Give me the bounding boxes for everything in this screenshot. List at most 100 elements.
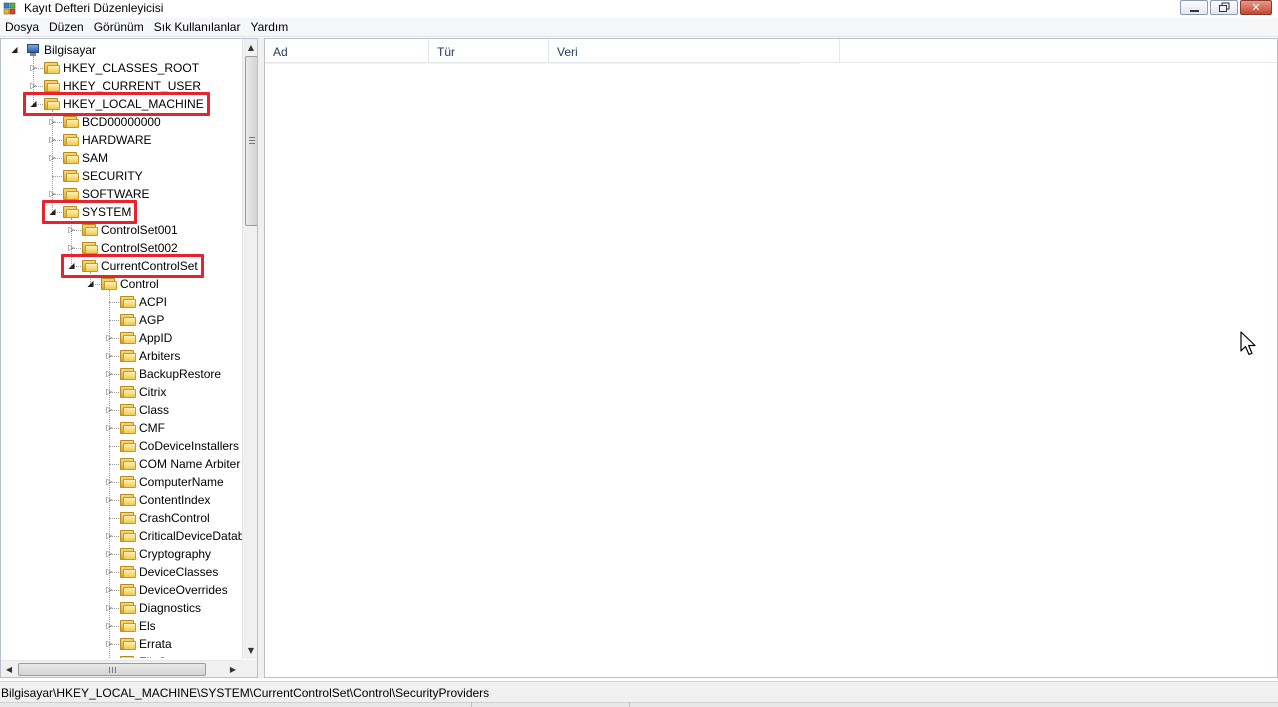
expand-arrow-icon[interactable]: ▷ <box>48 117 57 126</box>
status-bar: Bilgisayar\HKEY_LOCAL_MACHINE\SYSTEM\Cur… <box>0 681 1278 707</box>
expand-arrow-icon[interactable]: ▷ <box>105 549 114 558</box>
expand-arrow-icon[interactable]: ▷ <box>105 639 114 648</box>
folder-icon <box>120 331 136 344</box>
tree-node-bcd00000000[interactable]: ▷ BCD00000000 <box>1 113 242 131</box>
tree-node-codeviceinstallers[interactable]: CoDeviceInstallers <box>1 437 242 455</box>
window-title: Kayıt Defteri Düzenleyicisi <box>24 1 164 15</box>
expand-arrow-icon[interactable]: ▷ <box>105 351 114 360</box>
expand-arrow-icon[interactable]: ▷ <box>105 657 114 658</box>
expand-arrow-icon[interactable]: ▷ <box>105 567 114 576</box>
folder-icon <box>82 223 98 236</box>
column-header-name[interactable]: Ad <box>265 39 429 63</box>
scroll-down-arrow-icon[interactable]: ▼ <box>243 642 257 659</box>
folder-icon <box>120 565 136 578</box>
expand-arrow-icon[interactable]: ▷ <box>105 621 114 630</box>
values-list-pane[interactable]: Ad Tür Veri <box>264 38 1278 678</box>
tree-node-contentindex[interactable]: ▷ ContentIndex <box>1 491 242 509</box>
tree-node-security[interactable]: SECURITY <box>1 167 242 185</box>
folder-icon <box>63 115 79 128</box>
tree-node-cmf[interactable]: ▷ CMF <box>1 419 242 437</box>
folder-icon <box>120 583 136 596</box>
tree-vertical-scrollbar[interactable]: ▲ ▼ <box>242 39 257 659</box>
column-header-type[interactable]: Tür <box>429 39 549 63</box>
tree-node-filesystem[interactable]: ▷ FileSystem <box>1 653 242 658</box>
expand-arrow-icon[interactable]: ▷ <box>105 387 114 396</box>
tree-vscroll-thumb[interactable] <box>245 56 257 226</box>
folder-icon <box>44 79 60 92</box>
tree-node-errata[interactable]: ▷ Errata <box>1 635 242 653</box>
folder-icon <box>120 403 136 416</box>
tree-node-acpi[interactable]: ACPI <box>1 293 242 311</box>
tree-node-citrix[interactable]: ▷ Citrix <box>1 383 242 401</box>
tree-node-crashcontrol[interactable]: CrashControl <box>1 509 242 527</box>
collapse-arrow-icon[interactable]: ◢ <box>10 45 19 54</box>
tree-horizontal-scrollbar[interactable]: ◀ ▶ <box>1 660 242 677</box>
folder-icon <box>120 529 136 542</box>
minimize-icon <box>1190 10 1199 12</box>
expand-arrow-icon[interactable]: ▷ <box>105 495 114 504</box>
tree-node-cryptography[interactable]: ▷ Cryptography <box>1 545 242 563</box>
minimize-button[interactable] <box>1180 0 1208 15</box>
tree-node-label: DeviceOverrides <box>139 583 228 597</box>
expand-arrow-icon[interactable]: ▷ <box>105 405 114 414</box>
tree-node-criticaldevicedatab[interactable]: ▷ CriticalDeviceDatab <box>1 527 242 545</box>
menu-view[interactable]: Görünüm <box>89 18 149 37</box>
scroll-right-arrow-icon[interactable]: ▶ <box>225 661 241 677</box>
restore-button[interactable] <box>1210 0 1238 15</box>
menu-file[interactable]: Dosya <box>0 18 44 37</box>
folder-icon <box>120 313 136 326</box>
scroll-up-arrow-icon[interactable]: ▲ <box>243 39 257 56</box>
menu-edit[interactable]: Düzen <box>44 18 89 37</box>
tree-node-diagnostics[interactable]: ▷ Diagnostics <box>1 599 242 617</box>
folder-icon <box>120 349 136 362</box>
expand-arrow-icon[interactable]: ▷ <box>105 369 114 378</box>
expand-arrow-icon[interactable]: ▷ <box>67 243 76 252</box>
tree-node-bilgisayar[interactable]: ◢ Bilgisayar <box>1 41 242 59</box>
expand-arrow-icon[interactable]: ▷ <box>105 603 114 612</box>
tree-node-deviceoverrides[interactable]: ▷ DeviceOverrides <box>1 581 242 599</box>
tree-node-label: Control <box>120 277 159 291</box>
tree-node-hkey-classes-root[interactable]: ▷ HKEY_CLASSES_ROOT <box>1 59 242 77</box>
tree-node-computername[interactable]: ▷ ComputerName <box>1 473 242 491</box>
expand-arrow-icon[interactable]: ▷ <box>105 585 114 594</box>
expand-arrow-icon[interactable]: ▷ <box>29 63 38 72</box>
expand-arrow-icon[interactable]: ▷ <box>105 477 114 486</box>
tree-node-appid[interactable]: ▷ AppID <box>1 329 242 347</box>
tree-node-backuprestore[interactable]: ▷ BackupRestore <box>1 365 242 383</box>
expand-arrow-icon[interactable]: ▷ <box>29 81 38 90</box>
expand-arrow-icon[interactable]: ▷ <box>105 333 114 342</box>
menu-bar: Dosya Düzen Görünüm Sık Kullanılanlar Ya… <box>0 18 1278 37</box>
menu-help[interactable]: Yardım <box>245 18 293 37</box>
expand-arrow-icon[interactable]: ▷ <box>48 153 57 162</box>
tree-node-label: HKEY_CLASSES_ROOT <box>63 61 200 75</box>
tree-node-label: BackupRestore <box>139 367 222 381</box>
header-divider <box>265 63 799 64</box>
scroll-left-arrow-icon[interactable]: ◀ <box>1 661 17 677</box>
tree-node-control[interactable]: ◢ Control <box>1 275 242 293</box>
tree-node-class[interactable]: ▷ Class <box>1 401 242 419</box>
menu-favorites[interactable]: Sık Kullanılanlar <box>149 18 246 37</box>
expand-arrow-icon[interactable]: ▷ <box>105 531 114 540</box>
tree-node-label: CriticalDeviceDatab <box>139 529 242 543</box>
tree-hscroll-thumb[interactable] <box>18 663 206 676</box>
tree-node-deviceclasses[interactable]: ▷ DeviceClasses <box>1 563 242 581</box>
expand-arrow-icon[interactable]: ▷ <box>48 135 57 144</box>
column-header-data[interactable]: Veri <box>549 39 840 63</box>
expand-arrow-icon[interactable]: ▷ <box>67 225 76 234</box>
tree-node-hardware[interactable]: ▷ HARDWARE <box>1 131 242 149</box>
status-bar-strip <box>0 702 1278 707</box>
tree-node-agp[interactable]: AGP <box>1 311 242 329</box>
tree-node-label: Errata <box>139 637 172 651</box>
collapse-arrow-icon[interactable]: ◢ <box>86 279 95 288</box>
close-button[interactable]: ✕ <box>1240 0 1272 15</box>
tree-node-com-name-arbiter[interactable]: COM Name Arbiter <box>1 455 242 473</box>
tree-node-els[interactable]: ▷ Els <box>1 617 242 635</box>
tree-node-controlset001[interactable]: ▷ ControlSet001 <box>1 221 242 239</box>
tree-node-label: SECURITY <box>82 169 143 183</box>
folder-icon <box>63 169 79 182</box>
tree-node-sam[interactable]: ▷ SAM <box>1 149 242 167</box>
tree-node-arbiters[interactable]: ▷ Arbiters <box>1 347 242 365</box>
folder-icon <box>120 637 136 650</box>
expand-arrow-icon[interactable]: ▷ <box>105 423 114 432</box>
expand-arrow-icon[interactable]: ▷ <box>48 189 57 198</box>
